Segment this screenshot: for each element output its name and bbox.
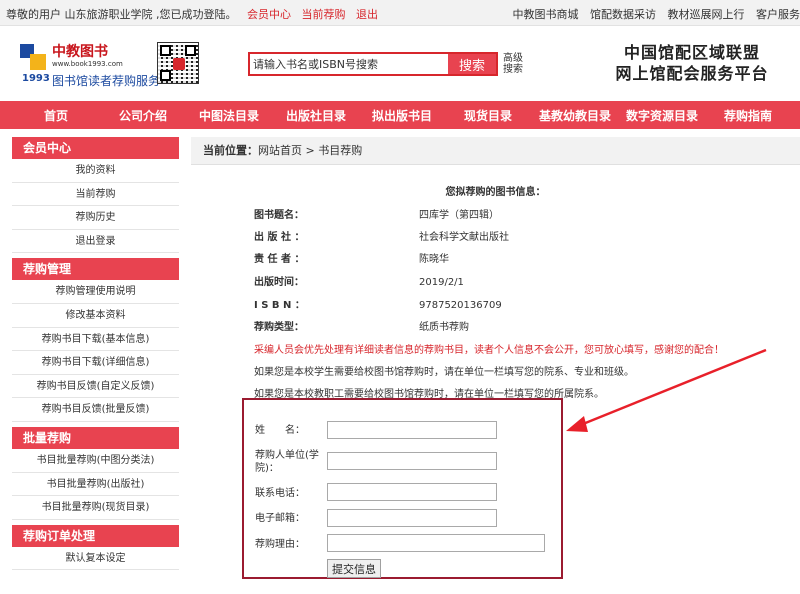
logo-year: 1993 [22, 73, 50, 84]
student-notice: 如果您是本校学生需要给校图书馆荐购时，请在单位一栏填写您的院系、专业和班级。 [254, 367, 634, 378]
book-publisher-row: 出 版 社 ： 社会科学文献出版社 [254, 228, 509, 243]
main-content: 当前位置：网站首页 > 书目荐购 您拟荐购的图书信息： 图书题名： 四库学（第四辑… [191, 137, 800, 400]
sidebar-item-feedback-custom[interactable]: 荐购书目反馈(自定义反馈) [12, 375, 179, 399]
header: 中教图书 www.book1993.com 1993 图书馆读者荐购服务 搜索 … [0, 26, 800, 100]
sidebar-item-batch-publisher[interactable]: 书目批量荐购(出版社) [12, 473, 179, 497]
current-recommend-link[interactable]: 当前荐购 [302, 8, 346, 21]
bookstore-link[interactable]: 中教图书商城 [513, 8, 579, 21]
site-logo[interactable]: 中教图书 www.book1993.com 1993 图书馆读者荐购服务 [20, 41, 160, 89]
search-button[interactable]: 搜索 [448, 54, 496, 74]
field-label: I S B N ： [254, 300, 305, 311]
nav-about[interactable]: 公司介绍 [119, 107, 167, 124]
breadcrumb: 当前位置：网站首页 > 书目荐购 [191, 137, 800, 165]
sidebar-section-manage: 荐购管理 荐购管理使用说明 修改基本资料 荐购书目下载(基本信息) 荐购书目下载… [12, 258, 179, 422]
unit-label: 荐购人单位(学院)： [255, 450, 319, 474]
nav-forthcoming-catalog[interactable]: 拟出版书目 [372, 107, 432, 124]
sidebar-item-history[interactable]: 荐购历史 [12, 206, 179, 230]
sidebar-section-member: 会员中心 我的资料 当前荐购 荐购历史 退出登录 [12, 137, 179, 254]
logo-url: www.book1993.com [52, 60, 123, 68]
slogan: 中国馆配区域联盟 网上馆配会服务平台 [602, 42, 782, 84]
sidebar-item-manual[interactable]: 荐购管理使用说明 [12, 280, 179, 304]
search-input[interactable] [250, 54, 448, 74]
submit-button[interactable]: 提交信息 [327, 559, 381, 578]
field-label: 荐购类型： [254, 322, 304, 333]
email-label: 电子邮箱： [255, 513, 305, 524]
book-date-row: 出版时间： 2019/2/1 [254, 273, 464, 288]
welcome-area: 尊敬的用户 山东旅游职业学院 ,您已成功登陆。 会员中心 当前荐购 退出 [6, 6, 378, 22]
field-label: 责 任 者 ： [254, 254, 305, 265]
collection-data-link[interactable]: 馆配数据采访 [590, 8, 656, 21]
slogan-line-1: 中国馆配区域联盟 [623, 43, 760, 62]
sidebar-item-my-profile[interactable]: 我的资料 [12, 159, 179, 183]
sidebar-item-feedback-batch[interactable]: 荐购书目反馈(批量反馈) [12, 398, 179, 422]
book-title-value: 四库学（第四辑） [419, 210, 499, 221]
book-type-value: 纸质书荐购 [419, 322, 469, 333]
sidebar-item-batch-stock[interactable]: 书目批量荐购(现货目录) [12, 496, 179, 520]
phone-label: 联系电话： [255, 488, 305, 499]
book-date-value: 2019/2/1 [419, 277, 464, 288]
qr-code-icon [157, 42, 199, 84]
phone-input[interactable] [327, 483, 497, 501]
sidebar-item-logout[interactable]: 退出登录 [12, 230, 179, 254]
sidebar-section-batch: 批量荐购 书目批量荐购(中图分类法) 书目批量荐购(出版社) 书目批量荐购(现货… [12, 426, 179, 520]
privacy-notice: 采编人员会优先处理有详细读者信息的荐购书目，读者个人信息不会公开，您可放心填写，… [254, 345, 724, 356]
name-input[interactable] [327, 421, 497, 439]
book-isbn-value: 9787520136709 [419, 300, 502, 311]
book-title-row: 图书题名： 四库学（第四辑） [254, 206, 499, 221]
top-bar: 尊敬的用户 山东旅游职业学院 ,您已成功登陆。 会员中心 当前荐购 退出 中教图… [0, 0, 800, 26]
sidebar-item-download-detail[interactable]: 荐购书目下载(详细信息) [12, 351, 179, 375]
book-type-row: 荐购类型： 纸质书荐购 [254, 318, 469, 333]
sidebar-section-title: 荐购订单处理 [12, 524, 179, 547]
email-input[interactable] [327, 509, 497, 527]
logo-mark-icon [20, 44, 46, 70]
nav-guide[interactable]: 荐购指南 [724, 107, 772, 124]
search-box: 搜索 [248, 52, 498, 76]
advanced-search-link[interactable]: 高级搜索 [503, 53, 527, 75]
logout-link[interactable]: 退出 [356, 8, 378, 21]
textbook-exhibit-link[interactable]: 教材巡展网上行 [668, 8, 745, 21]
nav-clc-catalog[interactable]: 中图法目录 [199, 107, 259, 124]
sidebar-section-orders: 荐购订单处理 默认复本设定 [12, 524, 179, 571]
breadcrumb-path[interactable]: 网站首页 > 书目荐购 [258, 144, 362, 157]
nav-home[interactable]: 首页 [44, 107, 68, 124]
nav-stock-catalog[interactable]: 现货目录 [464, 107, 512, 124]
sidebar-item-batch-clc[interactable]: 书目批量荐购(中图分类法) [12, 449, 179, 473]
book-author-value: 陈晓华 [419, 254, 449, 265]
book-author-row: 责 任 者 ： 陈晓华 [254, 250, 449, 265]
book-publisher-value: 社会科学文献出版社 [419, 232, 509, 243]
nav-digital-resources[interactable]: 数字资源目录 [626, 107, 698, 124]
sidebar-section-title: 批量荐购 [12, 426, 179, 449]
nav-publisher-catalog[interactable]: 出版社目录 [286, 107, 346, 124]
sidebar-item-default-copies[interactable]: 默认复本设定 [12, 547, 179, 571]
customer-service-link[interactable]: 客户服务 [756, 8, 800, 21]
sidebar-item-download-basic[interactable]: 荐购书目下载(基本信息) [12, 328, 179, 352]
reason-input[interactable] [327, 534, 545, 552]
field-label: 出 版 社 ： [254, 232, 305, 243]
breadcrumb-label: 当前位置： [203, 144, 258, 157]
logo-subtitle: 图书馆读者荐购服务 [52, 74, 161, 88]
name-label: 姓 名： [255, 425, 305, 436]
nav-basic-education-catalog[interactable]: 基教幼教目录 [539, 107, 611, 124]
slogan-line-2: 网上馆配会服务平台 [615, 64, 769, 83]
field-label: 图书题名： [254, 210, 304, 221]
book-isbn-row: I S B N ： 9787520136709 [254, 296, 502, 311]
welcome-text: 尊敬的用户 山东旅游职业学院 ,您已成功登陆。 [6, 8, 237, 21]
logo-brand: 中教图书 [52, 44, 108, 60]
sidebar-section-title: 荐购管理 [12, 258, 179, 281]
sidebar: 会员中心 我的资料 当前荐购 荐购历史 退出登录 荐购管理 荐购管理使用说明 修… [12, 137, 179, 575]
sidebar-item-current-recommend[interactable]: 当前荐购 [12, 183, 179, 207]
field-label: 出版时间： [254, 277, 304, 288]
book-info-heading: 您拟荐购的图书信息： [445, 187, 546, 198]
top-right-links: 中教图书商城 馆配数据采访 教材巡展网上行 客户服务 [505, 6, 800, 22]
unit-input[interactable] [327, 452, 497, 470]
sidebar-item-edit-profile[interactable]: 修改基本资料 [12, 304, 179, 328]
main-nav: 首页 公司介绍 中图法目录 出版社目录 拟出版书目 现货目录 基教幼教目录 数字… [0, 101, 800, 129]
member-center-link[interactable]: 会员中心 [247, 8, 291, 21]
reason-label: 荐购理由： [255, 539, 305, 550]
sidebar-section-title: 会员中心 [12, 137, 179, 159]
